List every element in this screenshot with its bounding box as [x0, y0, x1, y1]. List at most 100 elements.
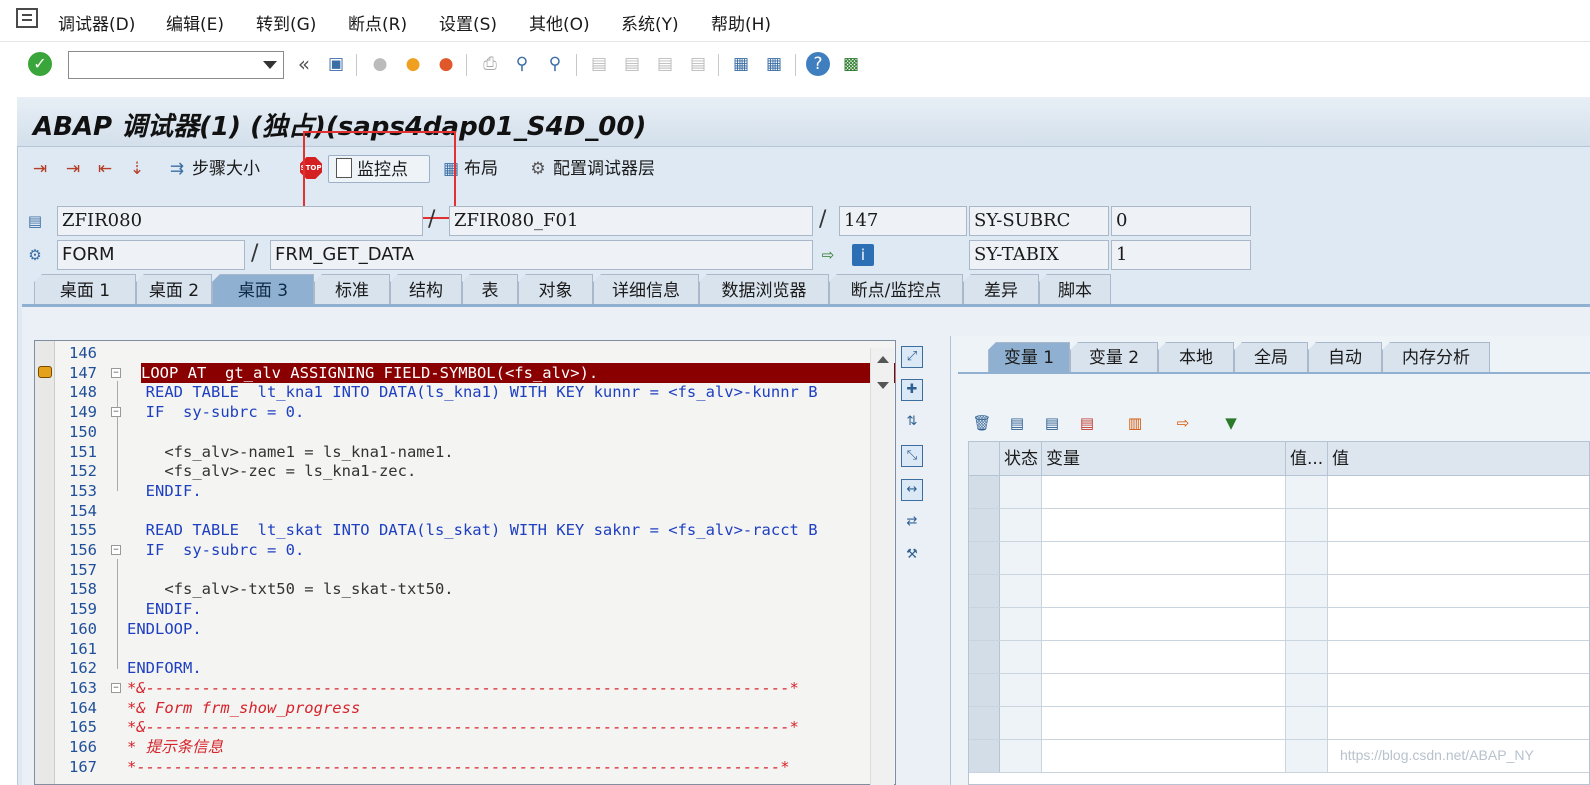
code-line[interactable]: 166 * 提示条信息 [55, 737, 895, 757]
status-cell[interactable] [1000, 509, 1042, 541]
program-field[interactable]: ZFIR080 [57, 206, 423, 236]
code-editor[interactable]: 146 147 − LOOP AT gt_alv ASSIGNING FIELD-SY… [34, 340, 896, 785]
find-next-icon[interactable]: ⚲ [543, 52, 567, 76]
tab-object[interactable]: 对象 [518, 274, 593, 306]
tab-auto[interactable]: 自动 [1308, 342, 1382, 372]
tab-breakpoints[interactable]: 断点/监控点 [829, 274, 963, 306]
fold-toggle[interactable]: − [111, 545, 121, 555]
command-field[interactable] [68, 51, 284, 79]
code-scrollbar[interactable] [870, 348, 894, 785]
value-type-cell[interactable] [1286, 674, 1328, 706]
variable-cell[interactable] [1042, 575, 1286, 607]
table-row[interactable] [969, 575, 1589, 608]
menu-goto[interactable]: 转到(G) [256, 10, 316, 35]
layout-icon[interactable]: ▩ [839, 52, 863, 76]
save-icon[interactable]: ▣ [324, 52, 348, 76]
code-line[interactable]: 165 *&-----------------------------------… [55, 717, 895, 737]
variable-cell[interactable] [1042, 608, 1286, 640]
menu-edit[interactable]: 编辑(E) [166, 10, 224, 35]
code-line[interactable]: 161 [55, 639, 895, 659]
row-selector[interactable] [969, 575, 1000, 607]
tab-variables-1[interactable]: 变量 1 [988, 342, 1070, 372]
status-cell[interactable] [1000, 674, 1042, 706]
tab-memory-analysis[interactable]: 内存分析 [1382, 342, 1490, 372]
exit-icon[interactable]: ● [401, 52, 425, 76]
sys-field-2-name[interactable]: SY-TABIX [969, 240, 1109, 270]
fullscreen-icon[interactable]: ⤡ [901, 445, 923, 467]
code-line[interactable]: 157 [55, 560, 895, 580]
fold-toggle[interactable]: − [111, 367, 121, 378]
variable-cell[interactable] [1042, 740, 1286, 772]
code-line[interactable]: 147 − LOOP AT gt_alv ASSIGNING FIELD-SYMBO… [55, 362, 895, 383]
column-header-status[interactable]: 状态 [1000, 442, 1042, 476]
expand-width-icon[interactable]: ↔ [901, 479, 923, 501]
table-row[interactable] [969, 641, 1589, 674]
event-name-field[interactable]: FRM_GET_DATA [270, 240, 813, 270]
info-icon[interactable]: i [852, 244, 874, 266]
tab-structure[interactable]: 结构 [390, 274, 462, 306]
help-icon[interactable]: ? [806, 52, 830, 76]
include-field[interactable]: ZFIR080_F01 [449, 206, 813, 236]
table-row[interactable] [969, 608, 1589, 641]
variable-cell[interactable] [1042, 509, 1286, 541]
value-cell[interactable] [1328, 476, 1589, 508]
code-line[interactable]: 156 − IF sy-subrc = 0. [55, 540, 895, 560]
new-session-icon[interactable]: ▦ [729, 52, 753, 76]
back-arrows-icon[interactable]: « [292, 52, 316, 76]
menu-breakpoints[interactable]: 断点(R) [348, 10, 407, 35]
variable-cell[interactable] [1042, 707, 1286, 739]
tab-table[interactable]: 表 [462, 274, 518, 306]
tab-local[interactable]: 本地 [1158, 342, 1234, 372]
tab-desktop-1[interactable]: 桌面 1 [34, 274, 136, 306]
value-type-cell[interactable] [1286, 575, 1328, 607]
sys-field-2-value[interactable]: 1 [1111, 240, 1251, 270]
value-type-cell[interactable] [1286, 476, 1328, 508]
status-cell[interactable] [1000, 641, 1042, 673]
code-line[interactable]: 158 <fs_alv>-txt50 = ls_skat-txt50. [55, 579, 895, 599]
code-line[interactable]: 155 READ TABLE lt_skat INTO DATA(ls_skat… [55, 520, 895, 540]
return-icon[interactable]: ⇤ [92, 157, 118, 181]
status-cell[interactable] [1000, 542, 1042, 574]
code-line[interactable]: 164 *& Form frm_show_progress [55, 698, 895, 718]
value-cell[interactable] [1328, 707, 1589, 739]
variable-cell[interactable] [1042, 476, 1286, 508]
sys-field-1-name[interactable]: SY-SUBRC [969, 206, 1109, 236]
code-line[interactable]: 149 − IF sy-subrc = 0. [55, 402, 895, 422]
code-line[interactable]: 154 [55, 501, 895, 521]
code-line[interactable]: 163 − *&----------------------------------… [55, 678, 895, 698]
column-header-variable[interactable]: 变量 [1042, 442, 1286, 476]
menu-help[interactable]: 帮助(H) [711, 10, 771, 35]
services-icon[interactable]: ⚒ [901, 545, 923, 567]
ok-icon[interactable]: ✓ [28, 52, 52, 76]
scroll-up-icon[interactable] [877, 356, 889, 363]
code-line[interactable]: 148 READ TABLE lt_kna1 INTO DATA(ls_kna1… [55, 382, 895, 402]
value-type-cell[interactable] [1286, 608, 1328, 640]
variable-cell[interactable] [1042, 674, 1286, 706]
value-cell[interactable] [1328, 641, 1589, 673]
table-row[interactable] [969, 674, 1589, 707]
maximize-icon[interactable]: ⤢ [901, 346, 923, 368]
row-selector[interactable] [969, 740, 1000, 772]
menu-system[interactable]: 系统(Y) [621, 10, 679, 35]
status-cell[interactable] [1000, 608, 1042, 640]
menu-settings[interactable]: 设置(S) [439, 10, 497, 35]
code-line[interactable]: 167 *------------------------------------… [55, 757, 895, 777]
sys-field-1-value[interactable]: 0 [1111, 206, 1251, 236]
tab-script[interactable]: 脚本 [1039, 274, 1111, 306]
value-type-cell[interactable] [1286, 509, 1328, 541]
swap-icon[interactable]: ⇅ [901, 412, 923, 434]
print-icon[interactable]: ⎙ [478, 52, 502, 76]
tab-standard[interactable]: 标准 [314, 274, 390, 306]
fold-toggle[interactable]: − [111, 682, 121, 693]
next-page-icon[interactable]: ▤ [653, 52, 677, 76]
menu-icon[interactable] [16, 8, 38, 28]
code-line[interactable]: 146 [55, 343, 895, 363]
code-line[interactable]: 160 ENDLOOP. [55, 619, 895, 639]
menu-other[interactable]: 其他(O) [529, 10, 590, 35]
fold-toggle[interactable]: − [111, 407, 121, 418]
code-line[interactable]: 150 [55, 422, 895, 442]
status-cell[interactable] [1000, 707, 1042, 739]
code-line[interactable]: 153 ENDIF. [55, 481, 895, 501]
value-cell[interactable] [1328, 509, 1589, 541]
column-header-value-type[interactable]: 值... [1286, 442, 1328, 476]
